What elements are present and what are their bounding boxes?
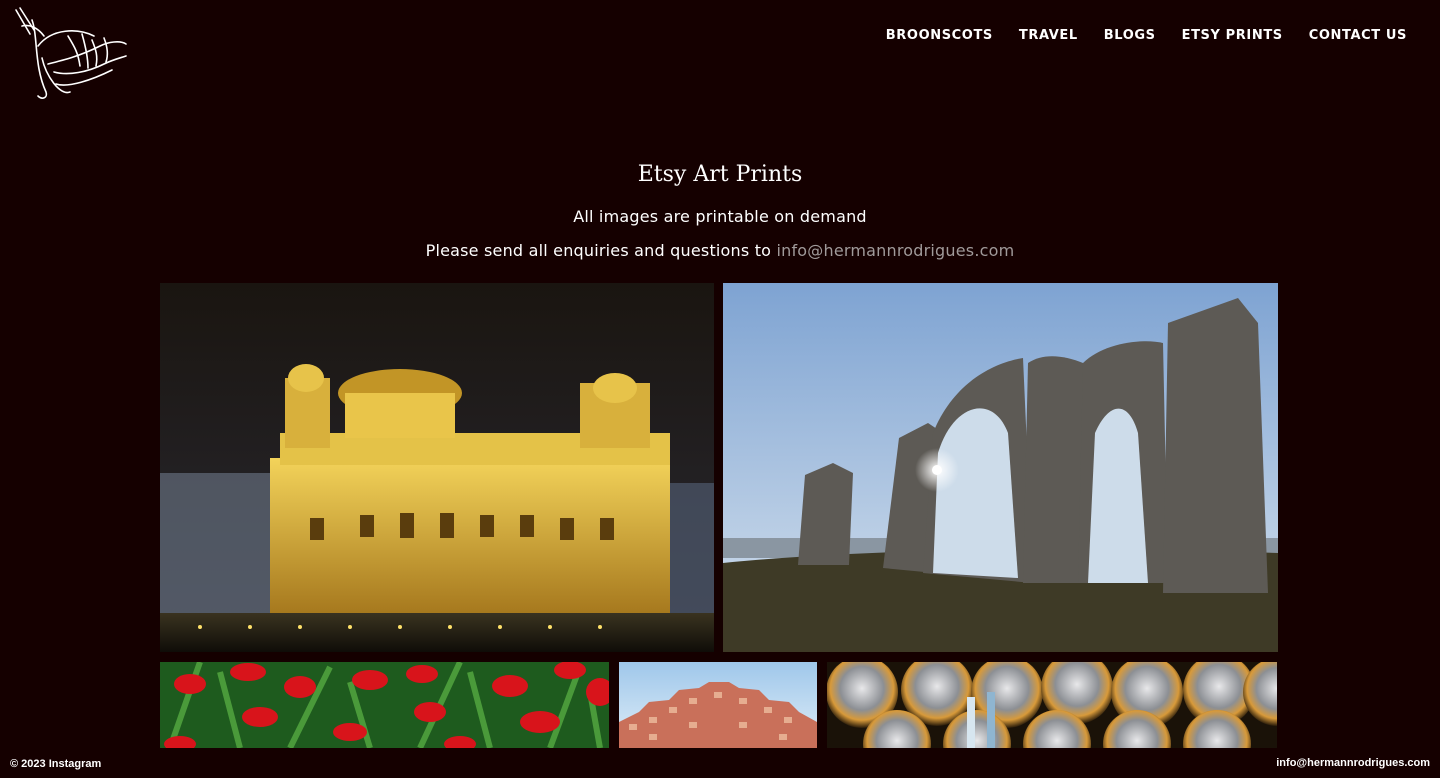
golden-temple-photo <box>160 283 714 652</box>
nav-item-etsy-prints[interactable]: ETSY PRINTS <box>1182 28 1283 43</box>
enquiry-email-link[interactable]: info@hermannrodrigues.com <box>776 241 1014 260</box>
nav-item-contact-us[interactable]: CONTACT US <box>1309 28 1407 43</box>
gallery-image-red-tulips[interactable] <box>160 662 609 748</box>
gallery-image-stone-arches[interactable] <box>723 283 1278 652</box>
enquiry-line: Please send all enquiries and questions … <box>0 241 1440 260</box>
nav-item-blogs[interactable]: BLOGS <box>1104 28 1156 43</box>
gallery-image-hawa-mahal[interactable] <box>619 662 817 748</box>
brand-logo[interactable] <box>8 6 132 102</box>
instagram-link[interactable]: Instagram <box>49 758 102 770</box>
nav-item-travel[interactable]: TRAVEL <box>1019 28 1078 43</box>
metal-spheres-photo <box>827 662 1277 748</box>
page-title: Etsy Art Prints <box>637 162 803 187</box>
nav-item-broonscots[interactable]: BROONSCOTS <box>886 28 993 43</box>
footer-email-link[interactable]: info@hermannrodrigues.com <box>1276 757 1430 769</box>
page-subtitle: All images are printable on demand <box>573 207 867 226</box>
gallery-image-metal-spheres[interactable] <box>827 662 1277 748</box>
footer-copyright: © 2023 Instagram <box>10 758 101 770</box>
stone-arches-photo <box>723 283 1278 652</box>
copyright-text: © 2023 <box>10 758 46 770</box>
enquiry-text: Please send all enquiries and questions … <box>425 241 772 260</box>
footer-contact: info@hermannrodrigues.com <box>1276 757 1430 769</box>
hawa-mahal-photo <box>619 662 817 748</box>
gallery-image-golden-temple[interactable] <box>160 283 714 652</box>
main-nav: BROONSCOTS TRAVEL BLOGS ETSY PRINTS CONT… <box>886 28 1407 43</box>
red-tulips-photo <box>160 662 609 748</box>
